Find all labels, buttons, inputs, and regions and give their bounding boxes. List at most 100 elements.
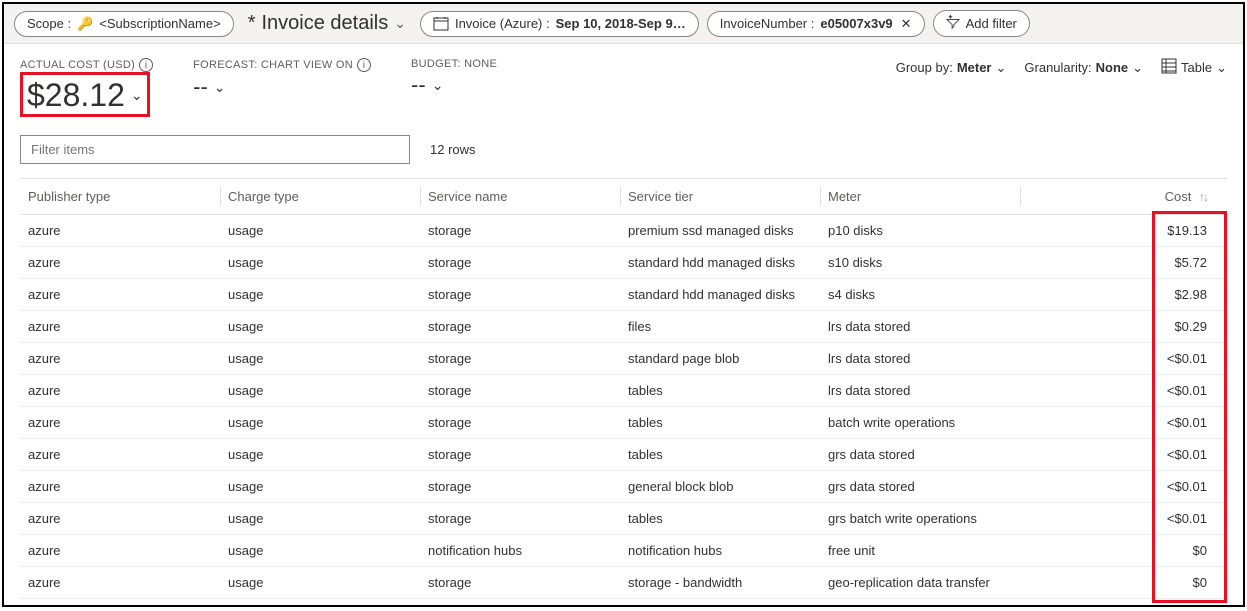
chevron-down-icon: ⌄	[1216, 60, 1227, 76]
cell-cost: <$0.01	[1020, 343, 1227, 375]
groupby-dropdown[interactable]: Group by: Meter ⌄	[896, 60, 1007, 76]
cell-tier: tables	[620, 439, 820, 471]
scope-label: Scope :	[27, 16, 71, 31]
cell-tier: standard hdd managed disks	[620, 279, 820, 311]
cell-service: storage	[420, 503, 620, 535]
cell-cost: $0.29	[1020, 311, 1227, 343]
scope-pill[interactable]: Scope : 🔑 <SubscriptionName>	[14, 11, 234, 37]
invoice-filter-pill[interactable]: InvoiceNumber : e05007x3v9 ✕	[707, 11, 925, 37]
view-type-dropdown[interactable]: Table ⌄	[1161, 58, 1227, 77]
actual-cost-dropdown[interactable]: $28.12 ⌄	[27, 77, 143, 114]
cell-publisher: azure	[20, 471, 220, 503]
granularity-value: None	[1096, 60, 1129, 75]
toolbar: Scope : 🔑 <SubscriptionName> * Invoice d…	[4, 4, 1243, 44]
cell-meter: s10 disks	[820, 247, 1020, 279]
cell-charge: usage	[220, 215, 420, 247]
table-row[interactable]: azureusagestoragetablesgrs batch write o…	[20, 503, 1227, 535]
metrics-row: ACTUAL COST (USD) i $28.12 ⌄ FORECAST: C…	[20, 58, 1227, 117]
close-icon[interactable]: ✕	[901, 16, 912, 32]
budget-metric: BUDGET: NONE -- ⌄	[411, 58, 497, 98]
cell-service: storage	[420, 407, 620, 439]
actual-cost-value: $28.12	[27, 77, 125, 114]
table-row[interactable]: azureusagestoragetablesbatch write opera…	[20, 407, 1227, 439]
cell-tier: general block blob	[620, 471, 820, 503]
invoice-value: e05007x3v9	[820, 16, 892, 31]
cell-cost: $5.72	[1020, 247, 1227, 279]
cell-cost: $0	[1020, 567, 1227, 599]
cell-service: storage	[420, 567, 620, 599]
col-charge[interactable]: Charge type	[220, 179, 420, 215]
cell-tier: tables	[620, 375, 820, 407]
granularity-dropdown[interactable]: Granularity: None ⌄	[1024, 60, 1143, 76]
table-row[interactable]: azureusagestoragetableslrs data stored<$…	[20, 375, 1227, 407]
table-row[interactable]: azureusagestoragestandard page bloblrs d…	[20, 343, 1227, 375]
forecast-metric: FORECAST: CHART VIEW ON i -- ⌄	[193, 58, 371, 100]
date-range-pill[interactable]: Invoice (Azure) : Sep 10, 2018-Sep 9…	[420, 11, 699, 37]
chevron-down-icon: ⌄	[131, 87, 143, 104]
col-publisher[interactable]: Publisher type	[20, 179, 220, 215]
cell-meter: p10 disks	[820, 215, 1020, 247]
table-row[interactable]: azureusagestoragestandard hdd managed di…	[20, 279, 1227, 311]
cell-tier: premium ssd managed disks	[620, 215, 820, 247]
actual-cost-label: ACTUAL COST (USD)	[20, 59, 135, 71]
cell-meter: grs data stored	[820, 439, 1020, 471]
cell-cost: $2.98	[1020, 279, 1227, 311]
key-icon: 🔑	[77, 16, 93, 32]
chevron-down-icon: ⌄	[996, 60, 1007, 76]
table-row[interactable]: azureusagestoragegeneral block blobgrs d…	[20, 471, 1227, 503]
info-icon[interactable]: i	[357, 58, 371, 72]
add-filter-icon	[946, 15, 960, 32]
info-icon[interactable]: i	[139, 58, 153, 72]
cell-cost: <$0.01	[1020, 375, 1227, 407]
cell-charge: usage	[220, 375, 420, 407]
cell-tier: standard hdd managed disks	[620, 247, 820, 279]
cost-table: Publisher type Charge type Service name …	[20, 178, 1227, 599]
col-meter[interactable]: Meter	[820, 179, 1020, 215]
cell-publisher: azure	[20, 247, 220, 279]
table-row[interactable]: azureusagestoragepremium ssd managed dis…	[20, 215, 1227, 247]
calendar-icon	[433, 16, 449, 32]
cell-tier: storage - bandwidth	[620, 567, 820, 599]
chevron-down-icon: ⌄	[214, 79, 226, 96]
cell-charge: usage	[220, 311, 420, 343]
actual-cost-highlight: $28.12 ⌄	[20, 72, 150, 117]
table-row[interactable]: azureusagestoragetablesgrs data stored<$…	[20, 439, 1227, 471]
cell-publisher: azure	[20, 279, 220, 311]
table-row[interactable]: azureusagestoragestandard hdd managed di…	[20, 247, 1227, 279]
cell-charge: usage	[220, 407, 420, 439]
chevron-down-icon: ⌄	[394, 15, 406, 32]
forecast-label: FORECAST: CHART VIEW ON	[193, 59, 353, 71]
granularity-label: Granularity:	[1024, 60, 1091, 75]
add-filter-button[interactable]: Add filter	[933, 10, 1030, 37]
cell-meter: lrs data stored	[820, 375, 1020, 407]
view-title-dropdown[interactable]: * Invoice details ⌄	[248, 12, 406, 35]
cell-publisher: azure	[20, 215, 220, 247]
groupby-value: Meter	[957, 60, 992, 75]
cell-service: storage	[420, 311, 620, 343]
scope-value: <SubscriptionName>	[99, 16, 220, 31]
cell-charge: usage	[220, 471, 420, 503]
cell-meter: grs batch write operations	[820, 503, 1020, 535]
cell-service: storage	[420, 375, 620, 407]
title-dirty-marker: *	[248, 12, 256, 35]
col-cost[interactable]: Cost ↑↓	[1020, 179, 1227, 215]
budget-dropdown[interactable]: -- ⌄	[411, 72, 497, 98]
table-row[interactable]: azureusagenotification hubsnotification …	[20, 535, 1227, 567]
view-controls: Group by: Meter ⌄ Granularity: None ⌄ Ta…	[896, 58, 1227, 77]
cell-tier: notification hubs	[620, 535, 820, 567]
table-row[interactable]: azureusagestoragefileslrs data stored$0.…	[20, 311, 1227, 343]
forecast-dropdown[interactable]: -- ⌄	[193, 74, 371, 100]
cell-cost: <$0.01	[1020, 439, 1227, 471]
sort-icon: ↑↓	[1199, 190, 1207, 204]
cell-publisher: azure	[20, 503, 220, 535]
cell-charge: usage	[220, 567, 420, 599]
cell-service: storage	[420, 279, 620, 311]
cell-tier: tables	[620, 407, 820, 439]
cell-charge: usage	[220, 503, 420, 535]
cell-tier: standard page blob	[620, 343, 820, 375]
col-service[interactable]: Service name	[420, 179, 620, 215]
filter-input[interactable]	[20, 135, 410, 164]
table-row[interactable]: azureusagestoragestorage - bandwidthgeo-…	[20, 567, 1227, 599]
col-tier[interactable]: Service tier	[620, 179, 820, 215]
row-count: 12 rows	[430, 142, 476, 157]
